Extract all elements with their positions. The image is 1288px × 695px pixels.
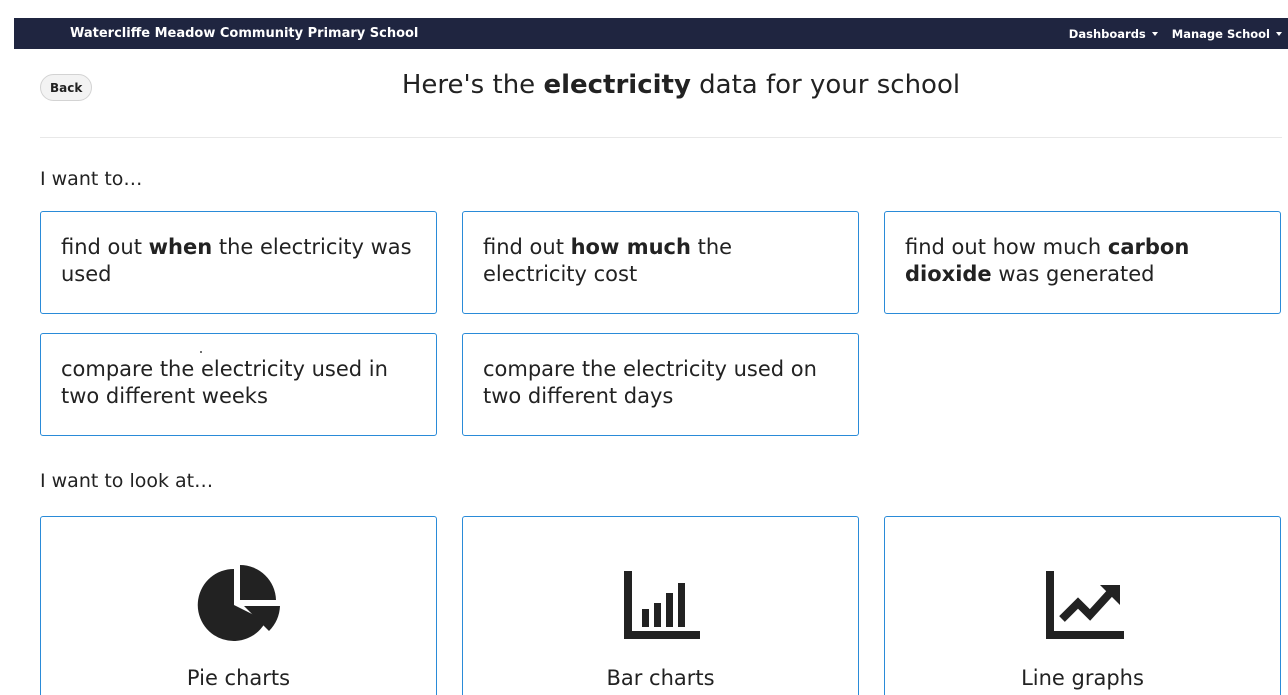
bar-chart-icon <box>618 563 704 649</box>
page-title-prefix: Here's the <box>401 70 544 100</box>
chevron-down-icon <box>1151 31 1158 36</box>
bar-charts-label: Bar charts <box>606 666 715 690</box>
task-card-compare-weeks[interactable]: compare the electricity used in two diff… <box>40 333 437 436</box>
task-text-post: was generated <box>991 262 1155 287</box>
pie-chart-icon <box>196 563 282 649</box>
task-text: compare the electricity used on two diff… <box>483 357 817 409</box>
dashboards-menu[interactable]: Dashboards <box>1069 27 1158 41</box>
pie-charts-label: Pie charts <box>186 666 291 690</box>
task-card-cost[interactable]: find out how much the electricity cost <box>462 211 859 314</box>
header-divider <box>40 137 1282 138</box>
task-card-when-used[interactable]: find out when the electricity was used <box>40 211 437 314</box>
page-title: Here's the electricity data for your sch… <box>0 70 1288 100</box>
dashboards-menu-label: Dashboards <box>1068 26 1146 41</box>
chevron-down-icon <box>1276 31 1282 36</box>
manage-school-menu-label: Manage School <box>1171 26 1270 41</box>
manage-school-menu[interactable]: Manage School <box>1172 27 1282 41</box>
task-text-pre: find out <box>483 235 571 259</box>
line-graphs-label: Line graphs <box>1021 666 1144 690</box>
task-text-pre: find out <box>61 235 149 259</box>
task-text-pre: find out how much <box>905 235 1108 259</box>
task-text: compare the electricity used in two diff… <box>61 357 388 409</box>
line-graphs-card[interactable]: Line graphs <box>884 516 1281 695</box>
task-text-bold: how much <box>570 235 691 259</box>
pie-charts-card[interactable]: Pie charts <box>40 516 437 695</box>
school-name-brand[interactable]: Watercliffe Meadow Community Primary Sch… <box>70 26 418 41</box>
task-text-bold: when <box>148 235 213 259</box>
task-card-carbon-dioxide[interactable]: find out how much carbon dioxide was gen… <box>884 211 1281 314</box>
stray-dot <box>200 351 202 353</box>
page-title-fuel: electricity <box>543 70 691 100</box>
charts-section-label: I want to look at… <box>40 470 214 492</box>
top-navbar: Watercliffe Meadow Community Primary Sch… <box>14 18 1288 49</box>
page-title-suffix: data for your school <box>690 70 961 100</box>
navbar-menus: Dashboards Manage School <box>1069 27 1282 41</box>
tasks-section-label: I want to… <box>40 168 143 190</box>
task-card-compare-days[interactable]: compare the electricity used on two diff… <box>462 333 859 436</box>
bar-charts-card[interactable]: Bar charts <box>462 516 859 695</box>
line-chart-icon <box>1040 563 1126 649</box>
